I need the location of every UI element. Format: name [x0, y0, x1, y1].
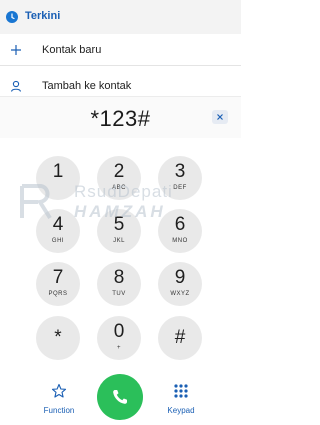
key-6[interactable]: 6 MNO — [158, 209, 202, 253]
key-digit: 5 — [113, 214, 125, 235]
key-digit: 3 — [174, 161, 186, 182]
key-hash[interactable]: # — [158, 316, 202, 360]
key-letters: DEF — [173, 185, 187, 191]
key-0[interactable]: 0 + — [97, 316, 141, 360]
plus-icon — [9, 43, 23, 57]
key-letters: WXYZ — [170, 291, 190, 297]
key-letters: ABC — [112, 185, 126, 191]
key-4[interactable]: 4 GHI — [36, 209, 80, 253]
key-digit: 7 — [52, 267, 64, 288]
key-star[interactable]: * — [36, 316, 80, 360]
function-label: Function — [43, 406, 75, 415]
key-digit: 2 — [113, 161, 125, 182]
key-digit: 9 — [174, 267, 186, 288]
recent-badge-icon — [6, 11, 18, 23]
star-icon — [51, 383, 67, 398]
key-9[interactable]: 9 WXYZ — [158, 262, 202, 306]
key-digit: # — [174, 327, 186, 348]
new-contact-row[interactable]: Kontak baru — [0, 34, 241, 66]
key-digit: * — [54, 327, 62, 348]
key-5[interactable]: 5 JKL — [97, 209, 141, 253]
keypad-label: Keypad — [167, 406, 195, 415]
key-digit: 4 — [52, 214, 64, 235]
key-letters: GHI — [51, 238, 65, 244]
keypad-button[interactable]: Keypad — [160, 383, 202, 415]
recent-header[interactable]: Terkini — [0, 0, 241, 34]
key-2[interactable]: 2 ABC — [97, 156, 141, 200]
add-to-contact-label: Tambah ke kontak — [42, 80, 132, 92]
person-icon — [9, 79, 23, 93]
call-button[interactable] — [97, 374, 143, 420]
key-digit: 8 — [113, 267, 125, 288]
new-contact-label: Kontak baru — [42, 43, 102, 56]
key-letters: PQRS — [48, 291, 68, 297]
key-digit: 1 — [52, 161, 64, 182]
close-icon — [217, 114, 223, 120]
key-letters: JKL — [113, 238, 125, 244]
key-letters: TUV — [112, 291, 126, 297]
key-digit: 0 — [113, 321, 125, 342]
key-8[interactable]: 8 TUV — [97, 262, 141, 306]
dialer-screen: Terkini Kontak baru Tambah ke kontak *12… — [0, 0, 241, 425]
backspace-button[interactable] — [212, 110, 228, 124]
function-button[interactable]: Function — [38, 383, 80, 415]
key-letters: + — [116, 345, 121, 351]
key-letters: MNO — [172, 238, 188, 244]
keypad-grid-icon — [174, 384, 188, 398]
recent-title: Terkini — [25, 10, 61, 22]
key-1[interactable]: 1 — [36, 156, 80, 200]
dialed-number[interactable]: *123# — [0, 106, 241, 132]
key-3[interactable]: 3 DEF — [158, 156, 202, 200]
key-digit: 6 — [174, 214, 186, 235]
phone-icon — [113, 390, 127, 404]
key-7[interactable]: 7 PQRS — [36, 262, 80, 306]
